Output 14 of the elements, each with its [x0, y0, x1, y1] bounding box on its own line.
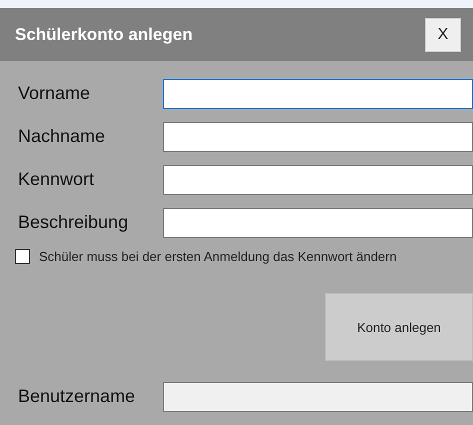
- field-label: Vorname: [18, 83, 92, 104]
- checkbox-label: Schüler muss bei der ersten Anmeldung das Kennwort ändern: [39, 249, 397, 264]
- text-field[interactable]: [163, 208, 473, 238]
- text-field[interactable]: [163, 164, 473, 194]
- field-label: Nachname: [18, 126, 106, 147]
- field-label: Kennwort: [18, 169, 96, 190]
- window-title: Schülerkonto anlegen: [15, 24, 193, 44]
- field-label: Beschreibung: [18, 212, 130, 233]
- text-field[interactable]: [163, 122, 473, 152]
- checkbox[interactable]: [15, 249, 30, 264]
- field-label: Benutzername: [18, 386, 136, 407]
- text-field[interactable]: [163, 78, 473, 108]
- close-button[interactable]: X: [425, 18, 461, 52]
- create-account-button[interactable]: Konto anlegen: [325, 293, 473, 361]
